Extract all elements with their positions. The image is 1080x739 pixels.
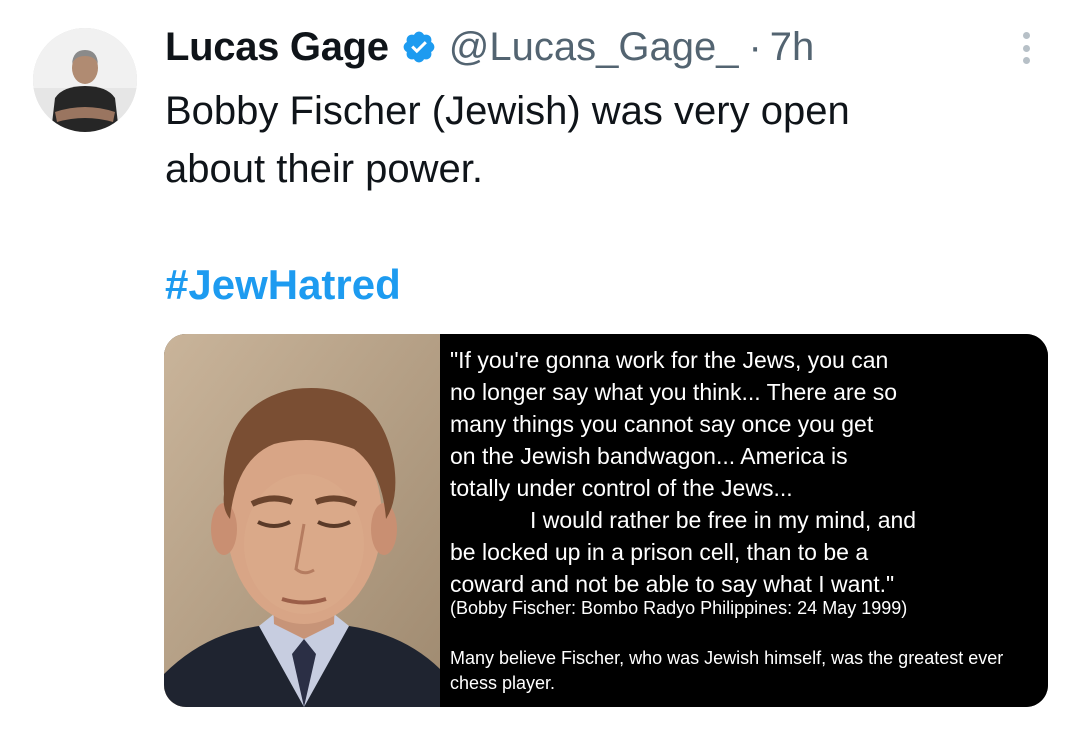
verified-badge-icon xyxy=(403,31,435,63)
quote-line: totally under control of the Jews... xyxy=(450,475,793,501)
image-caption: Many believe Fischer, who was Jewish him… xyxy=(450,648,1004,693)
tweet-media[interactable]: "If you're gonna work for the Jews, you … xyxy=(164,334,1048,707)
quote-attribution: (Bobby Fischer: Bombo Radyo Philippines:… xyxy=(450,598,908,618)
quote-line: I would rather be free in my mind, and xyxy=(530,507,917,533)
avatar[interactable] xyxy=(33,28,137,132)
quote-panel: "If you're gonna work for the Jews, you … xyxy=(440,334,1048,707)
tweet-text-line: about their power. xyxy=(165,147,483,191)
tweet-text: Bobby Fischer (Jewish) was very open abo… xyxy=(165,82,1025,198)
quote-line: "If you're gonna work for the Jews, you … xyxy=(450,347,889,373)
quote-text: "If you're gonna work for the Jews, you … xyxy=(450,344,1042,600)
more-dot xyxy=(1022,44,1030,52)
author-display-name[interactable]: Lucas Gage xyxy=(165,25,389,70)
quote-line: coward and not be able to say what I wan… xyxy=(450,571,895,597)
more-options-icon[interactable] xyxy=(1014,28,1038,68)
tweet-text-line: Bobby Fischer (Jewish) was very open xyxy=(165,89,850,133)
tweet[interactable]: Lucas Gage @Lucas_Gage_ · 7h Bobby Fisch… xyxy=(0,0,1080,739)
portrait-image xyxy=(164,334,440,707)
quote-line: no longer say what you think... There ar… xyxy=(450,379,898,405)
portrait-photo xyxy=(164,334,440,707)
quote-line: many things you cannot say once you get xyxy=(450,411,874,437)
author-handle[interactable]: @Lucas_Gage_ xyxy=(449,25,739,70)
separator-dot: · xyxy=(748,24,762,69)
quote-line: on the Jewish bandwagon... America is xyxy=(450,443,848,469)
timestamp[interactable]: 7h xyxy=(770,25,815,70)
tweet-header: Lucas Gage @Lucas_Gage_ · 7h xyxy=(165,22,814,72)
more-dot xyxy=(1022,32,1030,39)
hashtag-link[interactable]: #JewHatred xyxy=(165,261,401,309)
avatar-image xyxy=(33,28,137,132)
quote-line: be locked up in a prison cell, than to b… xyxy=(450,539,869,565)
more-dot xyxy=(1022,57,1030,64)
